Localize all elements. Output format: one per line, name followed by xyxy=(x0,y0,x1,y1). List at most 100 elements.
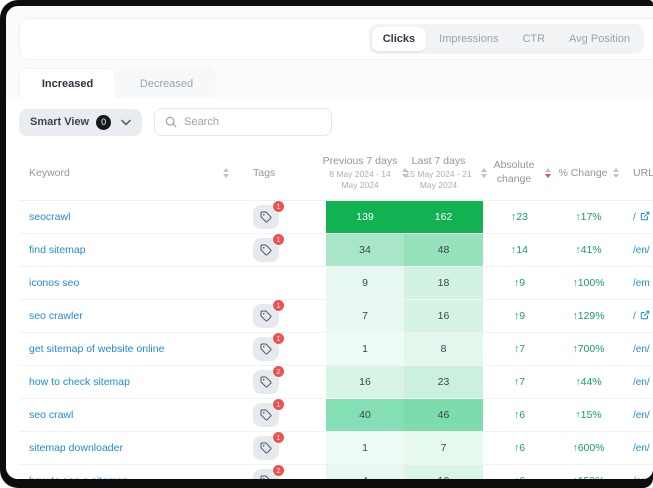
absolute-change-value: ↑6 xyxy=(483,399,556,431)
keyword-link[interactable]: get sitemap of website online xyxy=(29,343,164,355)
percent-change-value: ↑15% xyxy=(556,399,621,431)
url-link[interactable]: /en/ xyxy=(633,377,650,388)
chevron-down-icon xyxy=(121,119,131,126)
smart-view-dropdown[interactable]: Smart View 0 xyxy=(19,109,142,136)
percent-change-value: ↑700% xyxy=(556,333,621,365)
percent-change-value: ↑150% xyxy=(556,465,621,479)
table-row: find sitemap 1 34 48 ↑14 ↑41% /en/ xyxy=(19,234,653,267)
absolute-change-value: ↑6 xyxy=(483,465,556,479)
keyword-link[interactable]: iconos seo xyxy=(29,277,79,289)
tag-count-badge: 1 xyxy=(272,398,285,411)
sort-icon-percent-change[interactable] xyxy=(613,168,619,178)
tag-button[interactable]: 1 xyxy=(253,205,279,229)
tag-button[interactable]: 1 xyxy=(253,337,279,361)
url-link[interactable]: /en/ xyxy=(633,245,650,256)
last-value-cell: 23 xyxy=(404,366,483,398)
url-link[interactable]: /en/ xyxy=(633,410,650,421)
tab-content: Smart View 0 Keywo xyxy=(6,98,653,479)
tag-count-badge: 1 xyxy=(272,332,285,345)
tag-button[interactable]: 1 xyxy=(253,436,279,460)
search-input[interactable] xyxy=(184,116,321,128)
prev-value-cell: 9 xyxy=(326,267,404,299)
absolute-change-value: ↑7 xyxy=(483,333,556,365)
keyword-link[interactable]: seo crawl xyxy=(29,409,73,421)
tag-count-badge: 1 xyxy=(272,233,285,246)
table-row: iconos seo 9 18 ↑9 ↑100% /em xyxy=(19,267,653,300)
search-icon xyxy=(165,116,177,128)
prev-value-cell: 4 xyxy=(326,465,404,479)
prev-value-cell: 1 xyxy=(326,432,404,464)
tag-count-badge: 1 xyxy=(272,431,285,444)
last-date-range: 15 May 2024 - 21 May 2024 xyxy=(401,169,477,191)
tag-button[interactable]: 1 xyxy=(253,238,279,262)
col-header-keyword: Keyword xyxy=(29,167,70,179)
percent-change-value: ↑129% xyxy=(556,300,621,332)
prev-value-cell: 7 xyxy=(326,300,404,332)
percent-change-value: ↑600% xyxy=(556,432,621,464)
last-value-cell: 10 xyxy=(404,465,483,479)
url-link[interactable]: /en/ xyxy=(633,476,650,480)
prev-value-cell: 16 xyxy=(326,366,404,398)
url-link[interactable]: / xyxy=(633,212,636,223)
tab-clicks[interactable]: Clicks xyxy=(372,27,426,51)
keyword-link[interactable]: seo crawler xyxy=(29,310,83,322)
window-frame: Clicks Impressions CTR Avg Position Incr… xyxy=(0,0,653,488)
url-link[interactable]: /en/ xyxy=(633,344,650,355)
table-row: how to check sitemap 2 16 23 ↑7 ↑44% /en… xyxy=(19,366,653,399)
smart-view-count-badge: 0 xyxy=(96,115,111,130)
external-link-icon[interactable] xyxy=(640,211,650,224)
absolute-change-value: ↑9 xyxy=(483,267,556,299)
keyword-link[interactable]: how to see a sitemap xyxy=(29,475,128,479)
prev-value-cell: 139 xyxy=(326,201,404,233)
prev-value-cell: 40 xyxy=(326,399,404,431)
table-row: get sitemap of website online 1 1 8 ↑7 ↑… xyxy=(19,333,653,366)
sort-icon-keyword[interactable] xyxy=(223,168,229,178)
controls-row: Smart View 0 xyxy=(19,108,653,136)
tag-button[interactable]: 1 xyxy=(253,403,279,427)
last-value-cell: 46 xyxy=(404,399,483,431)
external-link-icon[interactable] xyxy=(640,310,650,323)
tag-button[interactable]: 2 xyxy=(253,469,279,479)
keywords-table: Keyword Tags Previous 7 days 8 May 2024 … xyxy=(19,146,653,479)
table-row: seo crawl 1 40 46 ↑6 ↑15% /en/ xyxy=(19,399,653,432)
sort-icon-absolute-change-active[interactable] xyxy=(545,168,551,178)
tag-count-badge: 2 xyxy=(272,365,285,378)
tab-impressions[interactable]: Impressions xyxy=(428,27,509,51)
url-link[interactable]: /en/ xyxy=(633,443,650,454)
tag-count-badge: 2 xyxy=(272,464,285,477)
previous-date-range: 8 May 2024 - 14 May 2024 xyxy=(322,169,398,191)
metric-segmented-control: Clicks Impressions CTR Avg Position xyxy=(369,24,644,54)
col-header-previous: Previous 7 days xyxy=(323,155,398,167)
table-row: sitemap downloader 1 1 7 ↑6 ↑600% /en/ xyxy=(19,432,653,465)
table-header-row: Keyword Tags Previous 7 days 8 May 2024 … xyxy=(19,146,653,201)
keyword-link[interactable]: seocrawl xyxy=(29,211,70,223)
tab-increased[interactable]: Increased xyxy=(19,68,116,98)
keyword-link[interactable]: sitemap downloader xyxy=(29,442,123,454)
percent-change-value: ↑41% xyxy=(556,234,621,266)
col-header-last: Last 7 days xyxy=(412,155,466,167)
last-value-cell: 18 xyxy=(404,267,483,299)
keyword-link[interactable]: find sitemap xyxy=(29,244,86,256)
prev-value-cell: 1 xyxy=(326,333,404,365)
percent-change-value: ↑100% xyxy=(556,267,621,299)
tag-count-badge: 1 xyxy=(272,200,285,213)
keyword-link[interactable]: how to check sitemap xyxy=(29,376,130,388)
metric-selector-card: Clicks Impressions CTR Avg Position xyxy=(19,18,653,60)
tag-button[interactable]: 1 xyxy=(253,304,279,328)
url-link[interactable]: / xyxy=(633,311,636,322)
table-row: how to see a sitemap 2 4 10 ↑6 ↑150% /en… xyxy=(19,465,653,479)
tab-ctr[interactable]: CTR xyxy=(511,27,556,51)
search-box xyxy=(154,108,332,136)
absolute-change-value: ↑9 xyxy=(483,300,556,332)
col-header-percent-change: % Change xyxy=(558,167,607,179)
tab-decreased[interactable]: Decreased xyxy=(118,68,215,98)
col-header-tags: Tags xyxy=(253,167,275,179)
absolute-change-value: ↑23 xyxy=(483,201,556,233)
last-value-cell: 7 xyxy=(404,432,483,464)
tag-button[interactable]: 2 xyxy=(253,370,279,394)
absolute-change-value: ↑14 xyxy=(483,234,556,266)
absolute-change-value: ↑7 xyxy=(483,366,556,398)
col-header-absolute-change: Absolute change xyxy=(488,159,540,186)
tab-avg-position[interactable]: Avg Position xyxy=(558,27,641,51)
url-link[interactable]: /em xyxy=(633,278,650,289)
